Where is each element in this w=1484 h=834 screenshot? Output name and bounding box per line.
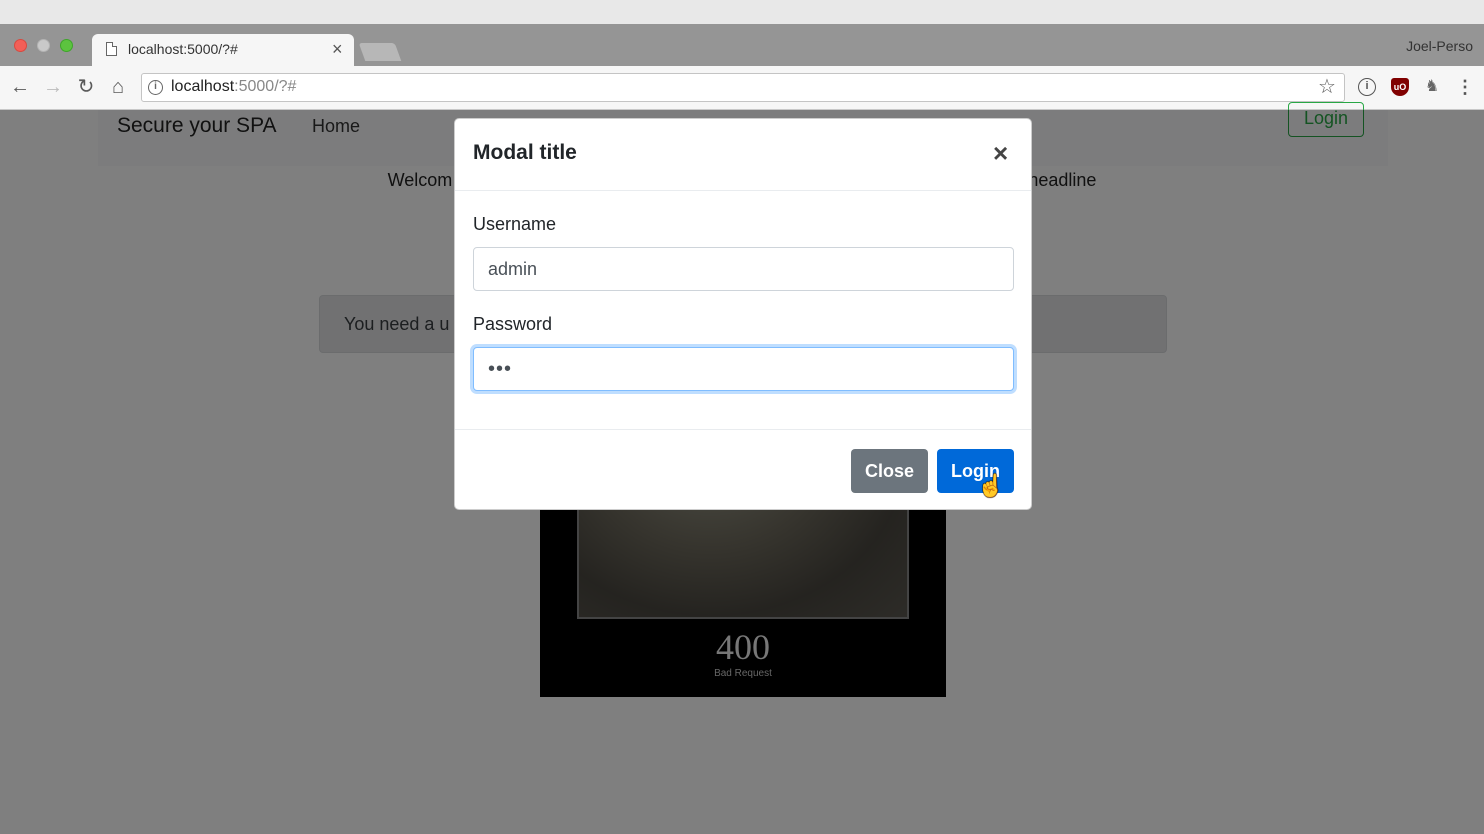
address-bar[interactable]	[141, 73, 1345, 102]
hand-cursor-icon: ☝	[977, 473, 1005, 498]
url-host: localhost	[171, 78, 235, 95]
window-maximize-icon[interactable]	[60, 39, 73, 52]
browser-menu-icon[interactable]: ⋮	[1456, 78, 1474, 96]
password-manager-icon[interactable]: i	[1358, 78, 1376, 96]
tab-close-icon[interactable]: ×	[332, 39, 343, 59]
modal-header: Modal title ×	[455, 119, 1031, 191]
window-minimize-icon[interactable]	[37, 39, 50, 52]
tab-title: localhost:5000/?#	[128, 41, 238, 57]
profile-name[interactable]: Joel-Perso	[1406, 38, 1473, 54]
login-modal: Modal title × Username Password Close Lo…	[454, 118, 1032, 510]
back-arrow-icon[interactable]: ←	[8, 75, 32, 99]
username-label: Username	[473, 214, 557, 234]
bookmark-star-icon[interactable]: ☆	[1318, 76, 1336, 98]
forward-arrow-icon[interactable]: →	[41, 75, 65, 99]
url-text[interactable]: localhost:5000/?#	[171, 78, 296, 96]
username-input[interactable]	[473, 247, 1014, 291]
password-label: Password	[473, 314, 553, 334]
modal-close-icon[interactable]: ×	[993, 139, 1008, 167]
modal-footer: Close Login	[455, 429, 1031, 509]
url-path: :5000/?#	[234, 78, 297, 95]
modal-title: Modal title	[473, 141, 577, 164]
ublock-icon[interactable]: uO	[1391, 78, 1409, 96]
password-input[interactable]	[473, 347, 1014, 391]
close-button[interactable]: Close	[851, 449, 928, 493]
reload-icon[interactable]: ↻	[74, 75, 98, 99]
evernote-icon[interactable]: ♞	[1423, 78, 1441, 96]
window-close-icon[interactable]	[14, 39, 27, 52]
new-tab-button[interactable]	[358, 43, 402, 61]
page-icon	[106, 42, 117, 56]
info-icon[interactable]: i	[148, 80, 163, 95]
home-icon[interactable]: ⌂	[106, 75, 130, 99]
window-titlebar	[0, 0, 1484, 24]
